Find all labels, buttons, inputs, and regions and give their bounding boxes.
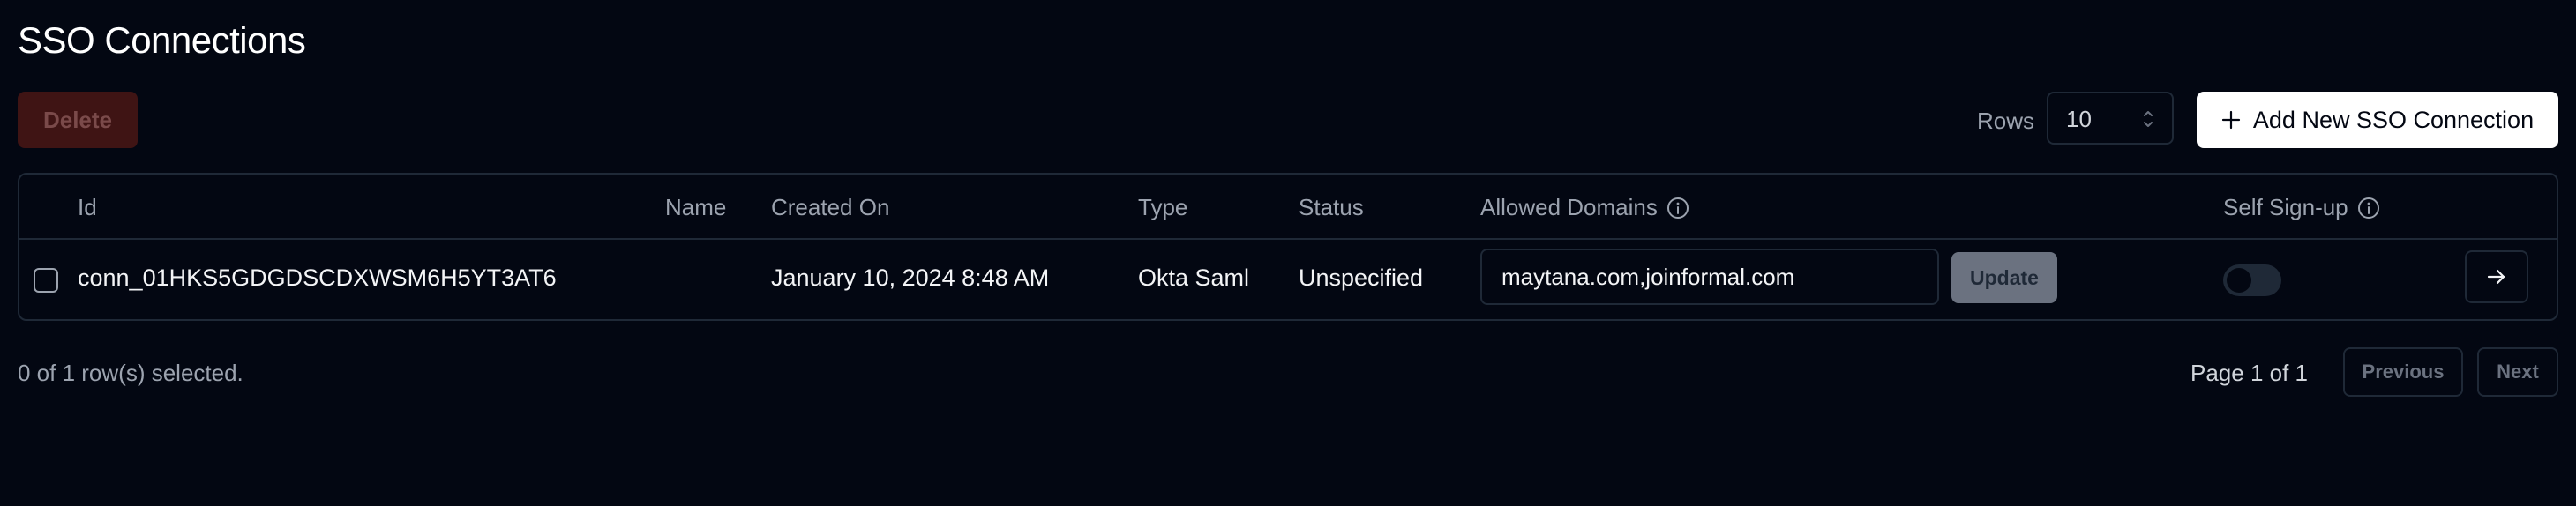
column-header-self-signup: Self Sign-up <box>2223 194 2380 221</box>
self-signup-label: Self Sign-up <box>2223 194 2348 220</box>
toolbar: Delete Rows 10 Add New SSO Connection <box>18 92 2558 148</box>
table-header: Id Name Created On Type Status Allowed D… <box>19 175 2557 240</box>
sso-connections-page: SSO Connections Delete Rows 10 Add New S… <box>0 0 2576 506</box>
table-row: conn_01HKS5GDGDSCDXWSM6H5YT3AT6 January … <box>19 238 2557 321</box>
toggle-knob <box>2227 268 2251 293</box>
column-header-created-on: Created On <box>771 194 890 220</box>
connection-status: Unspecified <box>1299 264 1424 291</box>
column-header-allowed-domains: Allowed Domains <box>1480 194 1689 221</box>
open-connection-button[interactable] <box>2465 250 2528 303</box>
selection-count: 0 of 1 row(s) selected. <box>18 360 243 386</box>
plus-icon <box>2221 110 2241 130</box>
delete-button[interactable]: Delete <box>18 92 138 148</box>
rows-per-page-select[interactable]: 10 <box>2047 92 2174 145</box>
table-footer: 0 of 1 row(s) selected. Page 1 of 1 Prev… <box>18 347 2558 398</box>
arrow-right-icon <box>2487 269 2505 285</box>
allowed-domains-input[interactable] <box>1480 249 1939 305</box>
rows-per-page-value: 10 <box>2066 106 2092 132</box>
update-domains-button[interactable]: Update <box>1951 252 2057 303</box>
add-sso-connection-button[interactable]: Add New SSO Connection <box>2197 92 2558 148</box>
info-icon[interactable] <box>1666 197 1689 220</box>
add-sso-connection-label: Add New SSO Connection <box>2252 106 2535 133</box>
row-select-checkbox[interactable] <box>34 268 58 293</box>
column-header-id: Id <box>78 194 97 220</box>
allowed-domains-label: Allowed Domains <box>1480 194 1658 220</box>
self-signup-toggle[interactable] <box>2223 264 2281 296</box>
info-icon[interactable] <box>2357 197 2380 220</box>
rows-label: Rows <box>1976 108 2034 134</box>
sso-connections-table: Id Name Created On Type Status Allowed D… <box>18 173 2558 321</box>
column-header-name: Name <box>665 194 727 220</box>
column-header-type: Type <box>1138 194 1188 220</box>
connection-created-on: January 10, 2024 8:48 AM <box>771 264 1050 291</box>
next-page-button[interactable]: Next <box>2477 347 2558 397</box>
chevrons-up-down-icon <box>2144 111 2153 127</box>
column-header-status: Status <box>1299 194 1364 220</box>
page-title: SSO Connections <box>18 19 306 61</box>
page-indicator: Page 1 of 1 <box>2190 360 2308 386</box>
connection-type: Okta Saml <box>1138 264 1250 291</box>
previous-page-button[interactable]: Previous <box>2343 347 2463 397</box>
connection-id: conn_01HKS5GDGDSCDXWSM6H5YT3AT6 <box>78 264 557 291</box>
